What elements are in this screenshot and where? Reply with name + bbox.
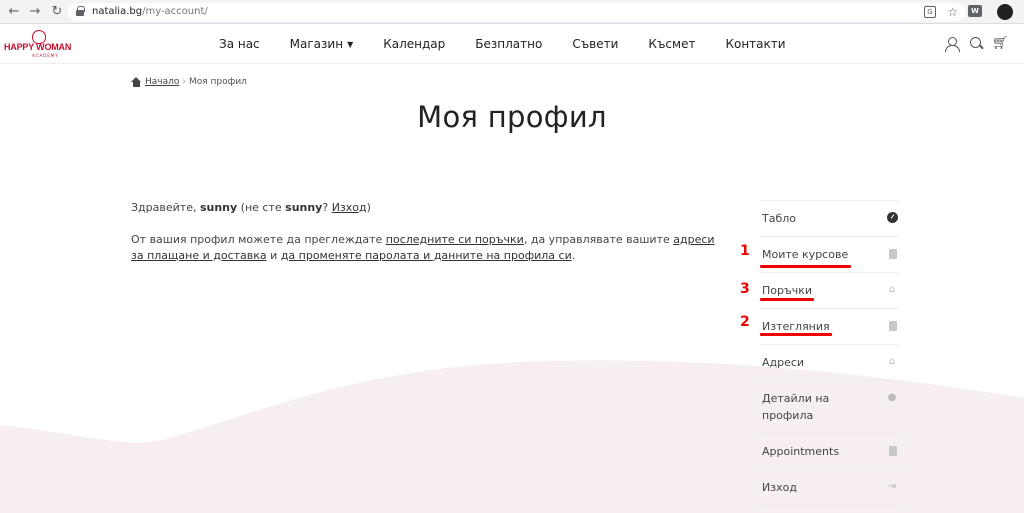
account-menu-addresses[interactable]: Адреси ⌂ — [760, 345, 899, 381]
greeting-close: ) — [366, 201, 371, 214]
menu-item-label: Моите курсове — [762, 248, 849, 261]
page-title: Моя профил — [417, 100, 607, 134]
main-navigation: За нас Магазин ▼ Календар Безплатно Съвет… — [219, 24, 816, 64]
home-icon: ⌂ — [888, 356, 896, 367]
nav-item-shop[interactable]: Магазин ▼ — [290, 37, 354, 51]
dashboard-icon — [887, 212, 898, 223]
search-icon[interactable] — [968, 36, 984, 52]
nav-item-calendar[interactable]: Календар — [383, 37, 445, 51]
greeting-not-user: (не сте — [237, 201, 286, 214]
annotation-marker-1: 1 — [740, 243, 750, 259]
annotation-underline-orders — [760, 298, 814, 301]
address-bar[interactable]: natalia.bg/my-account/ G ☆ — [68, 3, 966, 21]
account-menu-appointments[interactable]: Appointments — [760, 434, 899, 470]
basket-icon: ⌂ — [888, 284, 896, 295]
nav-item-shop-label: Магазин — [289, 37, 344, 51]
username: sunny — [199, 201, 238, 214]
breadcrumb-home-link[interactable]: Начало — [145, 77, 179, 87]
account-dashboard-content: Здравейте, sunny (не сте sunny? Изход) О… — [131, 200, 721, 280]
browser-toolbar: ← → ↻ natalia.bg/my-account/ G ☆ W — [0, 0, 1024, 24]
account-menu-orders[interactable]: Поръчки ⌂ — [760, 273, 899, 309]
site-logo[interactable]: HAPPY WOMAN ACADEMY — [4, 30, 74, 60]
nav-item-tips[interactable]: Съвети — [572, 37, 618, 51]
logo-text: HAPPY WOMAN — [4, 42, 72, 52]
account-details-link[interactable]: да променяте паролата и данните на профи… — [281, 249, 572, 262]
logout-link[interactable]: Изход — [332, 201, 367, 214]
menu-item-label: Appointments — [762, 445, 840, 458]
menu-item-label: Детайли на профила — [762, 392, 830, 422]
reload-icon[interactable]: ↻ — [49, 4, 65, 20]
profile-avatar[interactable] — [997, 4, 1013, 20]
lock-icon[interactable] — [76, 6, 85, 17]
breadcrumb-separator: › — [182, 77, 186, 87]
breadcrumb: Начало › Моя профил — [131, 77, 247, 87]
home-icon — [131, 77, 142, 87]
account-menu-downloads[interactable]: Изтегляния — [760, 309, 899, 345]
nav-item-about[interactable]: За нас — [219, 37, 260, 51]
account-menu-dashboard[interactable]: Табло — [760, 201, 899, 237]
breadcrumb-current: Моя профил — [188, 77, 247, 87]
menu-item-label: Адреси — [762, 356, 805, 369]
menu-item-label: Изход — [762, 481, 797, 494]
intro-paragraph: От вашия профил можете да преглеждате по… — [131, 232, 721, 264]
greeting-text: Здравейте, — [131, 201, 200, 214]
file-icon — [889, 249, 897, 259]
annotation-marker-2: 2 — [740, 314, 750, 330]
file-icon — [889, 321, 897, 331]
nav-item-luck[interactable]: Късмет — [648, 37, 695, 51]
account-menu-logout[interactable]: Изход ⇥ — [760, 470, 899, 506]
bookmark-star-icon[interactable]: ☆ — [947, 4, 958, 20]
intro-text: и — [266, 249, 281, 262]
extension-icon[interactable]: W — [968, 5, 982, 17]
intro-text: , да управлявате вашите — [523, 233, 674, 246]
forward-arrow-icon[interactable]: → — [27, 4, 43, 20]
menu-item-label: Поръчки — [762, 284, 813, 297]
user-icon: ● — [887, 392, 897, 403]
back-arrow-icon[interactable]: ← — [6, 4, 22, 20]
file-icon — [889, 446, 897, 456]
translate-icon[interactable]: G — [924, 6, 936, 18]
intro-text: . — [571, 249, 576, 262]
menu-item-label: Табло — [762, 212, 797, 225]
annotation-underline-my-courses — [760, 265, 851, 268]
annotation-marker-3: 3 — [740, 281, 750, 297]
url-text[interactable]: natalia.bg/my-account/ — [92, 5, 208, 19]
nav-item-contacts[interactable]: Контакти — [725, 37, 785, 51]
sign-out-icon: ⇥ — [887, 481, 897, 492]
username-repeat: sunny — [285, 201, 323, 214]
caret-down-icon: ▼ — [347, 40, 354, 49]
greeting-paragraph: Здравейте, sunny (не сте sunny? Изход) — [131, 200, 721, 216]
account-navigation: Табло Моите курсове Поръчки ⌂ Изтегляния… — [760, 200, 899, 506]
site-header: HAPPY WOMAN ACADEMY За нас Магазин ▼ Кале… — [0, 24, 1024, 64]
logo-subtext: ACADEMY — [32, 53, 59, 58]
annotation-underline-downloads — [760, 333, 832, 336]
recent-orders-link[interactable]: последните си поръчки — [386, 233, 524, 246]
greeting-question: ? — [322, 201, 332, 214]
cart-icon[interactable]: 🛒︎ — [992, 36, 1009, 52]
account-user-icon[interactable] — [944, 36, 960, 52]
intro-text: От вашия профил можете да преглеждате — [131, 233, 386, 246]
nav-item-free[interactable]: Безплатно — [475, 37, 542, 51]
account-menu-account-details[interactable]: Детайли на профила ● — [760, 381, 899, 434]
